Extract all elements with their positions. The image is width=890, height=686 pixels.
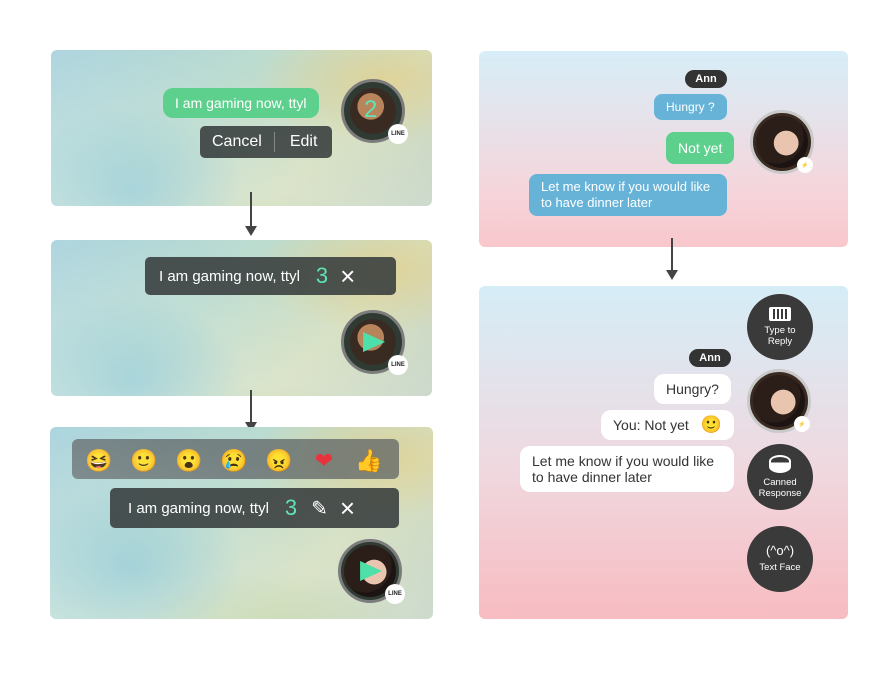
line-step3-panel: 😆 🙂 😮 😢 😠 ❤ 👍 I am gaming now, ttyl 3 ✎ …: [50, 427, 433, 619]
reply-message-bubble[interactable]: Not yet: [666, 132, 735, 164]
smile-emoji-icon: 🙂: [700, 415, 722, 434]
incoming-message-bubble[interactable]: Let me know if you would like to have di…: [520, 446, 734, 492]
reaction-laughing-icon[interactable]: 😆: [85, 447, 113, 475]
line-chat-head-avatar[interactable]: 2 LINE: [341, 79, 408, 144]
canned-response-label: Canned Response: [758, 477, 802, 499]
text-face-label: Text Face: [759, 562, 801, 573]
close-icon[interactable]: ×: [340, 263, 355, 289]
reaction-wow-icon[interactable]: 😮: [175, 447, 203, 475]
messenger-chat2-panel: Type to Reply Ann Hungry? You: Not yet 🙂…: [479, 286, 848, 619]
sender-name-pill: Ann: [689, 349, 731, 367]
edit-options-bar: Cancel Edit: [200, 126, 333, 158]
messenger-badge-icon: ⚡: [794, 416, 810, 432]
incoming-message-text: Hungry?: [666, 381, 719, 397]
messenger-badge-icon: ⚡: [797, 157, 813, 173]
canned-icon: [769, 455, 791, 473]
message-preview-bar[interactable]: I am gaming now, ttyl 3 ×: [145, 257, 396, 295]
preview-message-text: I am gaming now, ttyl: [159, 267, 300, 285]
message-count: 2: [364, 96, 378, 123]
line-badge-icon: LINE: [388, 124, 408, 144]
keyboard-icon: [769, 307, 791, 321]
message-preview-bar[interactable]: I am gaming now, ttyl 3 ✎ ×: [110, 488, 399, 528]
incoming-message-text: Let me know if you would like to have di…: [541, 179, 711, 210]
line-step2-panel: I am gaming now, ttyl 3 × LINE: [51, 240, 432, 396]
incoming-message-bubble[interactable]: Hungry ?: [654, 94, 727, 120]
canned-response-button[interactable]: Canned Response: [747, 444, 813, 510]
reaction-heart-icon[interactable]: ❤: [310, 447, 338, 475]
incoming-message-bubble[interactable]: Hungry?: [654, 374, 731, 404]
send-icon: [360, 561, 383, 581]
incoming-message-text: Hungry ?: [666, 100, 715, 114]
message-count: 3: [284, 495, 298, 520]
reaction-thumbs-up-icon[interactable]: 👍: [355, 447, 383, 475]
reply-message-text: Not yet: [678, 140, 723, 156]
reply-message-bubble[interactable]: You: Not yet 🙂: [601, 410, 734, 440]
incoming-message-bubble[interactable]: Let me know if you would like to have di…: [529, 174, 727, 216]
reaction-smile-icon[interactable]: 🙂: [130, 447, 158, 475]
sender-name-pill: Ann: [685, 70, 727, 88]
preview-message-text: I am gaming now, ttyl: [128, 499, 269, 517]
line-badge-icon: LINE: [385, 584, 405, 604]
reaction-bar: 😆 🙂 😮 😢 😠 ❤ 👍: [72, 439, 399, 479]
messenger-chat-head-avatar[interactable]: ⚡: [747, 369, 811, 433]
messenger-chat-head-avatar[interactable]: ⚡: [750, 110, 814, 174]
reply-message-text: You: Not yet: [613, 417, 689, 433]
flow-arrow: [245, 390, 257, 432]
draft-message-bubble[interactable]: I am gaming now, ttyl: [163, 88, 319, 118]
line-chat-head-send[interactable]: LINE: [338, 539, 405, 604]
flow-arrow: [245, 192, 257, 236]
text-face-button[interactable]: (^o^) Text Face: [747, 526, 813, 592]
cancel-button[interactable]: Cancel: [200, 132, 275, 152]
line-chat-head-send[interactable]: LINE: [341, 310, 408, 375]
type-to-reply-button[interactable]: Type to Reply: [747, 294, 813, 360]
close-icon[interactable]: ×: [340, 495, 355, 521]
reaction-angry-icon[interactable]: 😠: [265, 447, 293, 475]
flow-arrow: [666, 238, 678, 280]
type-to-reply-label: Type to Reply: [764, 325, 796, 347]
message-count: 3: [315, 263, 329, 288]
line-step1-panel: I am gaming now, ttyl Cancel Edit 2 LINE: [51, 50, 432, 206]
messenger-chat1-panel: Ann Hungry ? Not yet Let me know if you …: [479, 51, 848, 247]
edit-pencil-icon[interactable]: ✎: [311, 496, 328, 521]
reaction-sad-icon[interactable]: 😢: [220, 447, 248, 475]
edit-button[interactable]: Edit: [275, 133, 333, 151]
send-icon: [363, 332, 386, 352]
line-badge-icon: LINE: [388, 355, 408, 375]
incoming-message-text: Let me know if you would like to have di…: [532, 453, 715, 485]
text-face-icon: (^o^): [765, 543, 795, 558]
draft-message-text: I am gaming now, ttyl: [175, 95, 307, 111]
